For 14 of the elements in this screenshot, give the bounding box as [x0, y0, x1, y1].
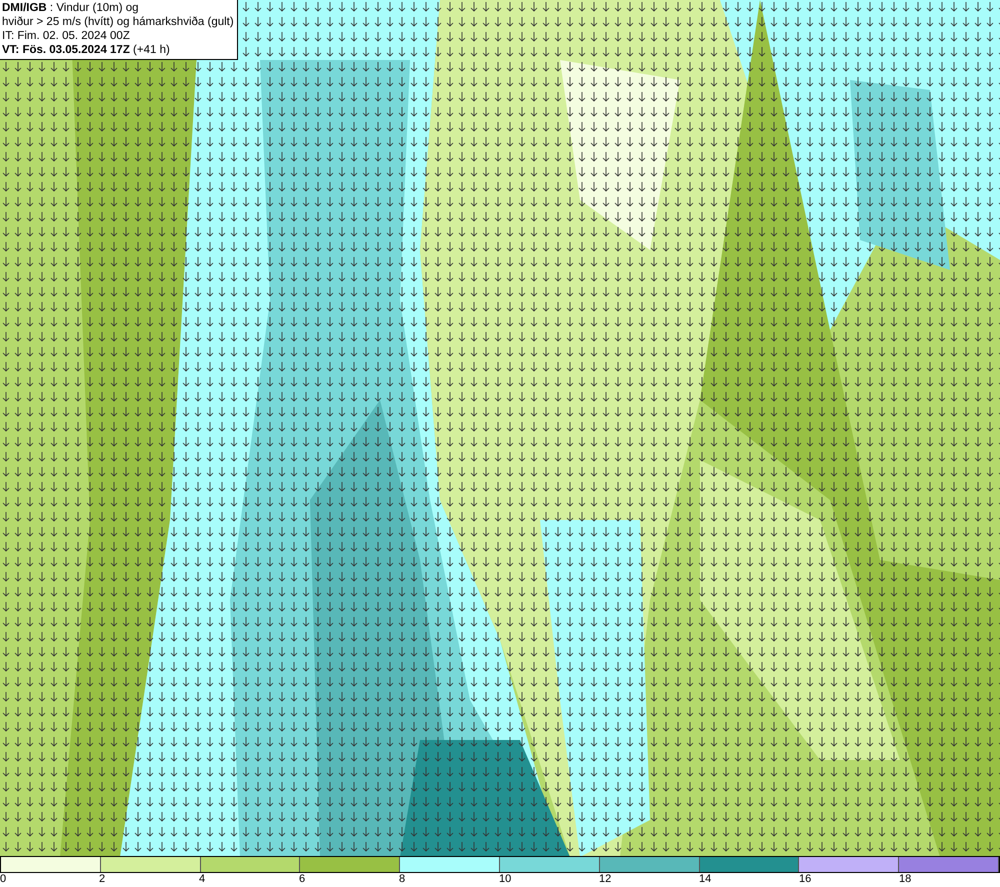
- legend-label: 18: [899, 873, 912, 887]
- caption-line: DMI/IGB : Vindur (10m) og: [2, 1, 140, 15]
- legend-label: 16: [799, 873, 812, 887]
- legend-label: 0: [0, 873, 6, 887]
- legend-label: 14: [699, 873, 712, 887]
- legend-label: 12: [599, 873, 612, 887]
- legend-label: 6: [299, 873, 306, 887]
- caption-line: IT: Fim. 02. 05. 2024 00Z: [2, 29, 131, 43]
- legend-label: 10: [499, 873, 512, 887]
- legend-label: 4: [199, 873, 206, 887]
- legend-label: 8: [399, 873, 406, 887]
- caption-line: VT: Fös. 03.05.2024 17Z (+41 h): [2, 43, 171, 57]
- caption-line: hviður > 25 m/s (hvítt) og hámarkshviða (gult): [2, 15, 234, 29]
- legend-label: 2: [99, 873, 106, 887]
